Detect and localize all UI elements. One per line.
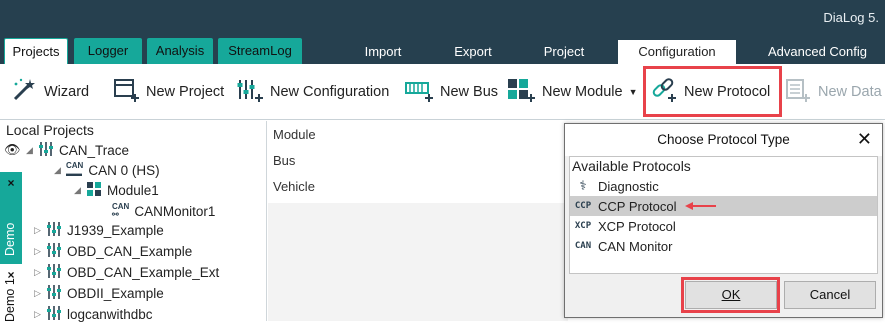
workspace-background — [268, 203, 568, 321]
xcp-protocol-icon: XCP — [574, 221, 592, 231]
tree-node-logcanwithdbc[interactable]: ▷ logcanwithdbc — [34, 304, 153, 324]
chevron-right-icon[interactable]: ▷ — [34, 267, 46, 278]
tree-node-canmonitor1[interactable]: CAN ⚯ CANMonitor1 — [112, 201, 215, 221]
sliders-icon — [46, 284, 62, 303]
tree-node-j1939[interactable]: ▷ J1939_Example — [34, 220, 164, 240]
ok-highlight — [681, 277, 780, 313]
new-data-icon — [784, 77, 814, 107]
prop-bus-label: Bus — [273, 153, 296, 168]
tab-project[interactable]: Project — [531, 40, 597, 64]
protocol-item-can-monitor[interactable]: CAN CAN Monitor — [570, 236, 877, 256]
prop-vehicle-label: Vehicle — [273, 179, 315, 194]
vtab-demo-1-label: Demo 1 — [3, 278, 17, 322]
app-title: DiaLog 5. — [823, 10, 879, 25]
list-header: Available Protocols — [572, 158, 691, 174]
tree-node-obd-can[interactable]: ▷ OBD_CAN_Example — [34, 241, 192, 261]
new-protocol-highlight — [643, 66, 782, 117]
tab-export[interactable]: Export — [440, 40, 506, 64]
tab-import[interactable]: Import — [350, 40, 416, 64]
module-icon — [86, 181, 102, 200]
chevron-right-icon[interactable]: ▷ — [34, 246, 46, 257]
properties-panel: Module Bus Vehicle — [268, 121, 568, 203]
vtab-demo-1[interactable]: × Demo 1 — [0, 264, 22, 324]
tree-node-can0[interactable]: ◢ CAN ▬▬ CAN 0 (HS) — [54, 160, 160, 180]
tree-node-module1[interactable]: ◢ Module1 — [74, 180, 159, 200]
panel-title: Local Projects — [6, 122, 94, 138]
wizard-wand-icon — [10, 77, 40, 107]
module-icon — [506, 77, 538, 107]
title-bar: DiaLog 5. — [0, 0, 885, 38]
tab-projects[interactable]: Projects — [4, 38, 68, 64]
tab-streamlog[interactable]: StreamLog — [218, 38, 302, 64]
red-arrow-icon — [684, 199, 717, 214]
sliders-icon — [38, 141, 54, 160]
protocol-item-ccp[interactable]: CCP CCP Protocol — [570, 196, 877, 216]
sliders-icon — [236, 77, 266, 107]
tab-logger[interactable]: Logger — [74, 38, 142, 64]
chevron-right-icon[interactable]: ▷ — [34, 288, 46, 299]
cancel-button[interactable]: Cancel — [784, 281, 876, 309]
chevron-down-icon[interactable]: ◢ — [26, 145, 38, 156]
wizard-button[interactable]: Wizard — [10, 78, 89, 106]
local-projects-panel: Local Projects × Demo × Demo 1 👁 ◢ CAN_T… — [0, 121, 267, 324]
tree-node-can-trace[interactable]: 👁 ◢ CAN_Trace — [4, 140, 129, 160]
ccp-protocol-icon: CCP — [574, 201, 592, 211]
chevron-down-icon[interactable]: ▼ — [629, 87, 638, 97]
chevron-right-icon[interactable]: ▷ — [34, 225, 46, 236]
choose-protocol-dialog: Choose Protocol Type ✕ Available Protoco… — [564, 123, 883, 318]
can-monitor-icon: CAN ⚯ — [112, 202, 130, 219]
vtab-demo[interactable]: × Demo — [0, 172, 22, 264]
new-data-button[interactable]: New Data — [784, 78, 882, 106]
bus-icon — [404, 77, 436, 107]
chevron-down-icon[interactable]: ◢ — [74, 185, 86, 196]
protocol-list: Available Protocols ⚕ Diagnostic CCP CCP… — [569, 156, 878, 274]
sliders-icon — [46, 221, 62, 240]
stethoscope-icon: ⚕ — [579, 178, 587, 194]
tab-advanced-config[interactable]: Advanced Config — [755, 40, 880, 64]
sliders-icon — [46, 242, 62, 261]
vtab-demo-label: Demo — [3, 222, 17, 256]
new-project-icon — [112, 77, 142, 107]
new-configuration-button[interactable]: New Configuration — [236, 78, 389, 106]
protocol-item-xcp[interactable]: XCP XCP Protocol — [570, 216, 877, 236]
dialog-title: Choose Protocol Type — [565, 124, 882, 156]
tab-configuration[interactable]: Configuration — [618, 40, 736, 64]
eye-icon[interactable]: 👁 — [4, 142, 26, 158]
close-icon[interactable]: × — [0, 176, 22, 190]
can-monitor-icon: CAN — [574, 241, 592, 251]
can-bus-icon: CAN ▬▬ — [66, 161, 84, 178]
close-icon[interactable]: ✕ — [857, 129, 872, 150]
tree-node-obdii[interactable]: ▷ OBDII_Example — [34, 283, 164, 303]
new-bus-button[interactable]: New Bus — [404, 78, 498, 106]
tab-row: Projects Logger Analysis StreamLog Impor… — [0, 38, 885, 64]
protocol-item-diagnostic[interactable]: ⚕ Diagnostic — [570, 176, 877, 196]
new-project-button[interactable]: New Project — [112, 78, 224, 106]
chevron-right-icon[interactable]: ▷ — [34, 309, 46, 320]
sliders-icon — [46, 263, 62, 282]
prop-module-label: Module — [273, 127, 316, 142]
new-module-button[interactable]: New Module ▼ — [506, 78, 638, 106]
ribbon-toolbar: Wizard New Project New Configuration New… — [0, 64, 885, 120]
tree-node-obd-can-ext[interactable]: ▷ OBD_CAN_Example_Ext — [34, 262, 219, 282]
tab-analysis[interactable]: Analysis — [147, 38, 213, 64]
chevron-down-icon[interactable]: ◢ — [54, 165, 66, 176]
